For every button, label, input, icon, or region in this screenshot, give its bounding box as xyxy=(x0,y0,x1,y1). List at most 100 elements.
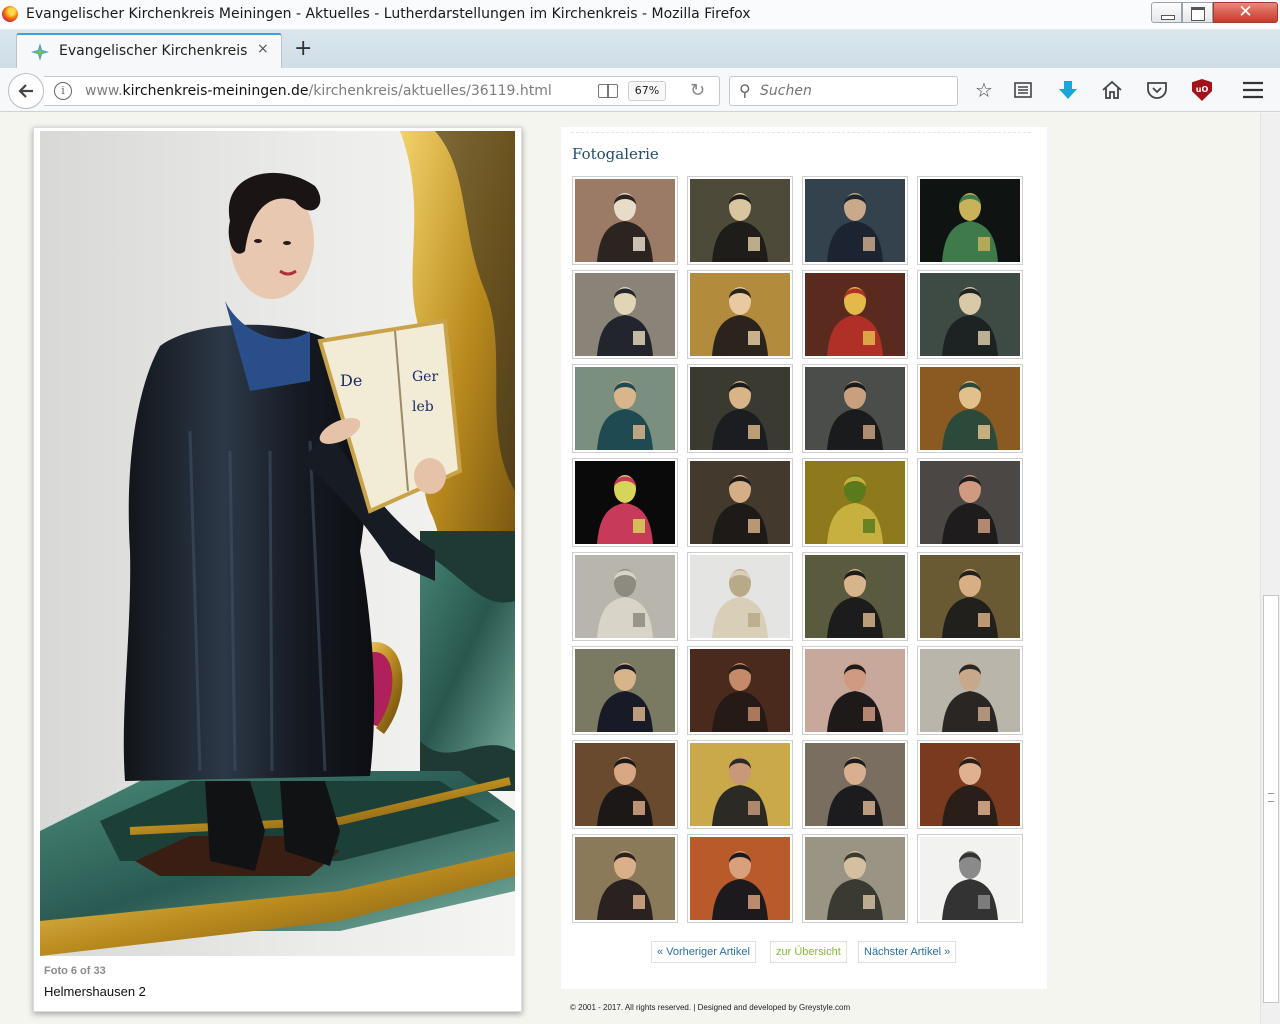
gallery-thumbnail[interactable] xyxy=(802,646,908,735)
tab-close-icon[interactable]: × xyxy=(257,41,269,57)
gallery-thumbnail[interactable] xyxy=(917,364,1023,453)
thumbnail-image xyxy=(805,555,905,638)
minimize-button[interactable] xyxy=(1151,2,1182,23)
thumbnail-image xyxy=(920,367,1020,450)
gallery-thumbnail[interactable] xyxy=(802,458,908,547)
gallery-thumbnail[interactable] xyxy=(687,646,793,735)
new-tab-button[interactable]: + xyxy=(294,36,312,61)
site-info-icon[interactable]: i xyxy=(54,82,72,100)
home-icon[interactable] xyxy=(1100,78,1124,102)
gallery-thumbnail[interactable] xyxy=(572,646,678,735)
gallery-thumbnail[interactable] xyxy=(917,270,1023,359)
reader-view-icon[interactable] xyxy=(598,84,618,98)
thumbnail-image xyxy=(575,743,675,826)
thumbnail-image xyxy=(920,461,1020,544)
downloads-icon[interactable] xyxy=(1056,78,1080,102)
lightbox-photo[interactable]: De Ger leb xyxy=(40,131,515,956)
url-bar[interactable]: i www.kirchenkreis-meiningen.de/kirchenk… xyxy=(44,76,720,106)
gallery-thumbnail[interactable] xyxy=(572,176,678,265)
thumbnail-image xyxy=(690,461,790,544)
gallery-thumbnail[interactable] xyxy=(572,270,678,359)
thumbnail-image xyxy=(575,461,675,544)
gallery-thumbnail[interactable] xyxy=(802,740,908,829)
page-footer: © 2001 - 2017. All rights reserved. | De… xyxy=(570,1003,851,1012)
gallery-thumbnail[interactable] xyxy=(917,458,1023,547)
gallery-thumbnail[interactable] xyxy=(802,270,908,359)
thumbnail-image xyxy=(920,555,1020,638)
gallery-thumbnail[interactable] xyxy=(802,176,908,265)
reload-icon[interactable]: ↻ xyxy=(690,80,705,101)
thumbnail-image xyxy=(920,837,1020,920)
gallery-thumbnail[interactable] xyxy=(572,740,678,829)
tab-title: Evangelischer Kirchenkreis M xyxy=(59,43,249,59)
gallery-thumbnail[interactable] xyxy=(687,270,793,359)
pocket-icon[interactable] xyxy=(1145,78,1169,102)
back-button[interactable] xyxy=(8,73,44,109)
url-text[interactable]: www.kirchenkreis-meiningen.de/kirchenkre… xyxy=(85,83,552,99)
gallery-thumbnail[interactable] xyxy=(687,458,793,547)
gallery-thumbnail[interactable] xyxy=(917,176,1023,265)
overview-link[interactable]: zur Übersicht xyxy=(770,941,847,963)
scrollbar-thumb[interactable] xyxy=(1263,595,1279,1003)
gallery-thumbnail[interactable] xyxy=(687,834,793,923)
thumbnail-image xyxy=(575,555,675,638)
gallery-thumbnail[interactable] xyxy=(802,834,908,923)
gallery-thumbnail[interactable] xyxy=(572,364,678,453)
divider xyxy=(571,132,1031,133)
window-title: Evangelischer Kirchenkreis Meiningen - A… xyxy=(26,6,751,22)
gallery-thumbnail[interactable] xyxy=(572,552,678,641)
gallery-thumbnail[interactable] xyxy=(572,834,678,923)
restore-button[interactable] xyxy=(1182,2,1213,23)
thumbnail-image xyxy=(575,367,675,450)
thumbnail-image xyxy=(690,367,790,450)
thumbnail-image xyxy=(805,461,905,544)
thumbnail-image xyxy=(920,649,1020,732)
search-input[interactable] xyxy=(760,82,950,100)
navigation-bar: i www.kirchenkreis-meiningen.de/kirchenk… xyxy=(0,68,1280,112)
thumbnail-image xyxy=(805,743,905,826)
svg-text:leb: leb xyxy=(412,399,434,415)
thumbnail-image xyxy=(575,649,675,732)
gallery-thumbnail[interactable] xyxy=(687,176,793,265)
thumbnail-image xyxy=(805,273,905,356)
gallery-thumbnail[interactable] xyxy=(917,646,1023,735)
thumbnail-image xyxy=(920,273,1020,356)
search-bar[interactable]: ⚲ xyxy=(729,76,958,106)
photo-caption: Helmershausen 2 xyxy=(44,984,146,999)
gallery-thumbnail[interactable] xyxy=(802,552,908,641)
svg-text:Ger: Ger xyxy=(412,369,438,385)
page-viewport: De Ger leb Foto 6 of 33 Helmershausen 2 xyxy=(0,113,1260,1024)
gallery-thumbnail[interactable] xyxy=(687,364,793,453)
zoom-level-badge[interactable]: 67% xyxy=(628,81,666,101)
thumbnail-image xyxy=(690,743,790,826)
gallery-thumbnail[interactable] xyxy=(917,740,1023,829)
menu-hamburger-icon[interactable] xyxy=(1241,78,1265,102)
thumbnail-image xyxy=(690,837,790,920)
thumbnail-image xyxy=(920,743,1020,826)
previous-article-link[interactable]: « Vorheriger Artikel xyxy=(651,941,756,963)
firefox-logo-icon xyxy=(2,6,18,22)
bookmarks-library-icon[interactable] xyxy=(1011,78,1035,102)
close-window-button[interactable]: ✕ xyxy=(1213,2,1278,23)
thumbnail-image xyxy=(805,837,905,920)
photo-counter: Foto 6 of 33 xyxy=(44,965,106,977)
thumbnail-image xyxy=(805,367,905,450)
gallery-thumbnail[interactable] xyxy=(917,552,1023,641)
bookmark-star-icon[interactable]: ☆ xyxy=(972,78,996,102)
gallery-thumbnail[interactable] xyxy=(687,552,793,641)
luther-statue-image: De Ger leb xyxy=(40,131,515,956)
page-scrollbar[interactable] xyxy=(1260,113,1280,1024)
gallery-thumbnail[interactable] xyxy=(687,740,793,829)
thumbnail-image xyxy=(920,179,1020,262)
back-arrow-icon xyxy=(18,84,33,98)
gallery-thumbnail[interactable] xyxy=(917,834,1023,923)
next-article-link[interactable]: Nächster Artikel » xyxy=(858,941,957,963)
gallery-heading: Fotogalerie xyxy=(572,145,659,163)
lightbox-popup: De Ger leb Foto 6 of 33 Helmershausen 2 xyxy=(33,127,522,1012)
kirchenkreis-favicon-icon xyxy=(31,43,49,61)
svg-text:De: De xyxy=(340,371,362,390)
gallery-thumbnail[interactable] xyxy=(572,458,678,547)
thumbnail-image xyxy=(690,273,790,356)
gallery-thumbnail[interactable] xyxy=(802,364,908,453)
tab-kirchenkreis[interactable]: Evangelischer Kirchenkreis M × xyxy=(16,33,282,68)
